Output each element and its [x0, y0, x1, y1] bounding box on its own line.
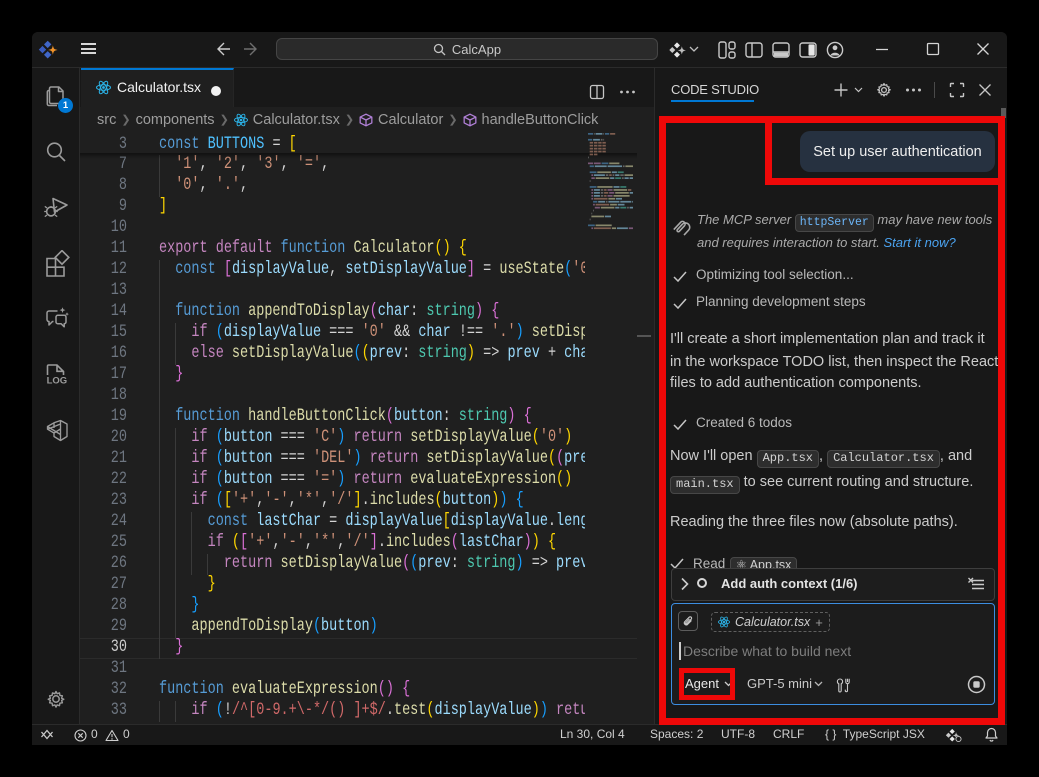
svg-text:LOG: LOG	[47, 376, 68, 387]
